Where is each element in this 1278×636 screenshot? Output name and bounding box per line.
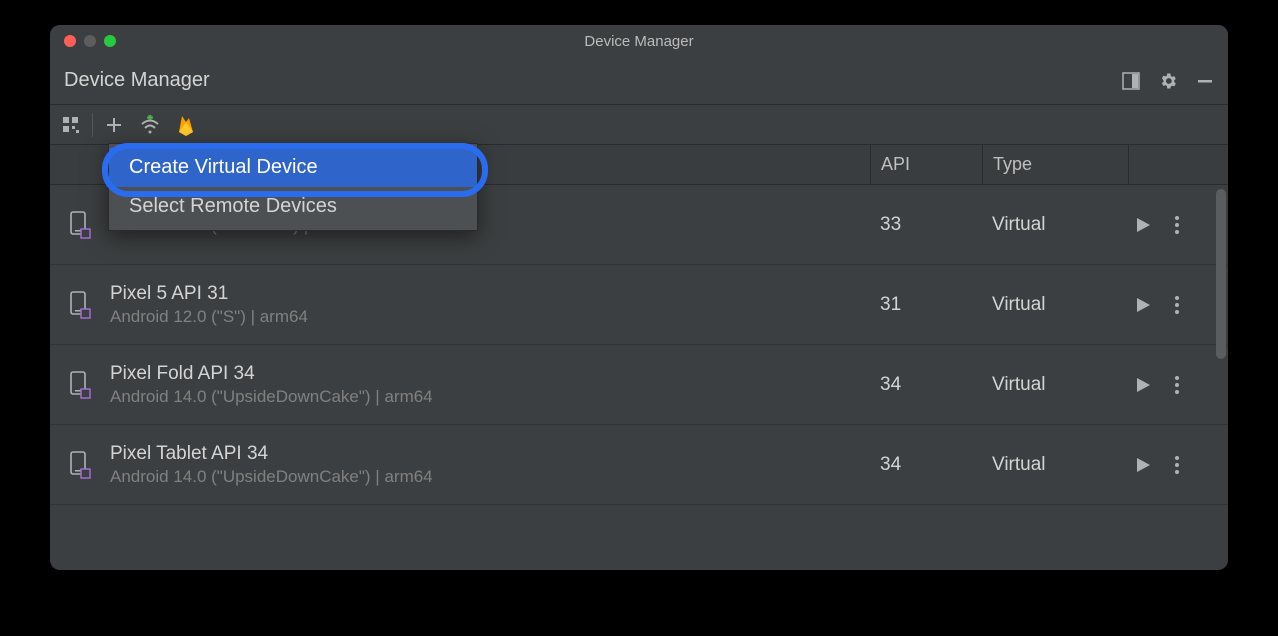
device-type: Virtual (982, 294, 1128, 316)
panel-title: Device Manager (64, 69, 1122, 92)
more-options-icon[interactable] (1174, 375, 1180, 395)
column-actions-header (1128, 145, 1228, 184)
zoom-window-button[interactable] (104, 35, 116, 47)
device-api: 31 (870, 294, 982, 316)
table-row[interactable]: Pixel Fold API 34 Android 14.0 ("UpsideD… (50, 345, 1228, 425)
scrollbar[interactable] (1214, 185, 1228, 570)
column-api-header[interactable]: API (870, 145, 982, 184)
toolbar-separator (92, 113, 93, 137)
device-icon (50, 371, 110, 399)
panel-header: Device Manager (50, 57, 1228, 105)
table-row[interactable]: Pixel 5 API 31 Android 12.0 ("S") | arm6… (50, 265, 1228, 345)
dock-icon[interactable] (1122, 72, 1140, 90)
device-manager-window: Device Manager Device Manager (50, 25, 1228, 570)
titlebar: Device Manager (50, 25, 1228, 57)
device-type: Virtual (982, 374, 1128, 396)
more-options-icon[interactable] (1174, 455, 1180, 475)
scrollbar-thumb[interactable] (1216, 189, 1226, 359)
device-name: Pixel Fold API 34 (110, 363, 870, 385)
window-title: Device Manager (50, 33, 1228, 50)
play-icon[interactable] (1134, 216, 1152, 234)
device-subtitle: Android 14.0 ("UpsideDownCake") | arm64 (110, 467, 870, 487)
device-icon (50, 291, 110, 319)
close-window-button[interactable] (64, 35, 76, 47)
add-device-icon[interactable] (105, 116, 123, 134)
device-api: 34 (870, 374, 982, 396)
window-controls (50, 35, 116, 47)
create-virtual-device-menu-item[interactable]: Create Virtual Device (109, 148, 477, 187)
device-name: Pixel Tablet API 34 (110, 443, 870, 465)
play-icon[interactable] (1134, 296, 1152, 314)
more-options-icon[interactable] (1174, 215, 1180, 235)
device-api: 33 (870, 214, 982, 236)
device-type: Virtual (982, 454, 1128, 476)
firebase-icon[interactable] (177, 114, 195, 136)
add-device-dropdown: Create Virtual Device Select Remote Devi… (108, 143, 478, 231)
device-type: Virtual (982, 214, 1128, 236)
toolbar: Create Virtual Device Select Remote Devi… (50, 105, 1228, 145)
minimize-window-button[interactable] (84, 35, 96, 47)
grid-view-icon[interactable] (62, 116, 80, 134)
gear-icon[interactable] (1158, 71, 1178, 91)
select-remote-devices-menu-item[interactable]: Select Remote Devices (109, 187, 477, 226)
table-row[interactable]: Pixel Tablet API 34 Android 14.0 ("Upsid… (50, 425, 1228, 505)
table-body: Android 13.0 ("Tiramisu") | arm64 33 Vir… (50, 185, 1228, 570)
play-icon[interactable] (1134, 456, 1152, 474)
device-api: 34 (870, 454, 982, 476)
device-icon (50, 211, 110, 239)
minimize-panel-icon[interactable] (1196, 72, 1214, 90)
column-type-header[interactable]: Type (982, 145, 1128, 184)
device-name: Pixel 5 API 31 (110, 283, 870, 305)
device-subtitle: Android 14.0 ("UpsideDownCake") | arm64 (110, 387, 870, 407)
device-subtitle: Android 12.0 ("S") | arm64 (110, 307, 870, 327)
wifi-pair-icon[interactable] (139, 115, 161, 135)
play-icon[interactable] (1134, 376, 1152, 394)
more-options-icon[interactable] (1174, 295, 1180, 315)
device-icon (50, 451, 110, 479)
panel-header-actions (1122, 71, 1214, 91)
